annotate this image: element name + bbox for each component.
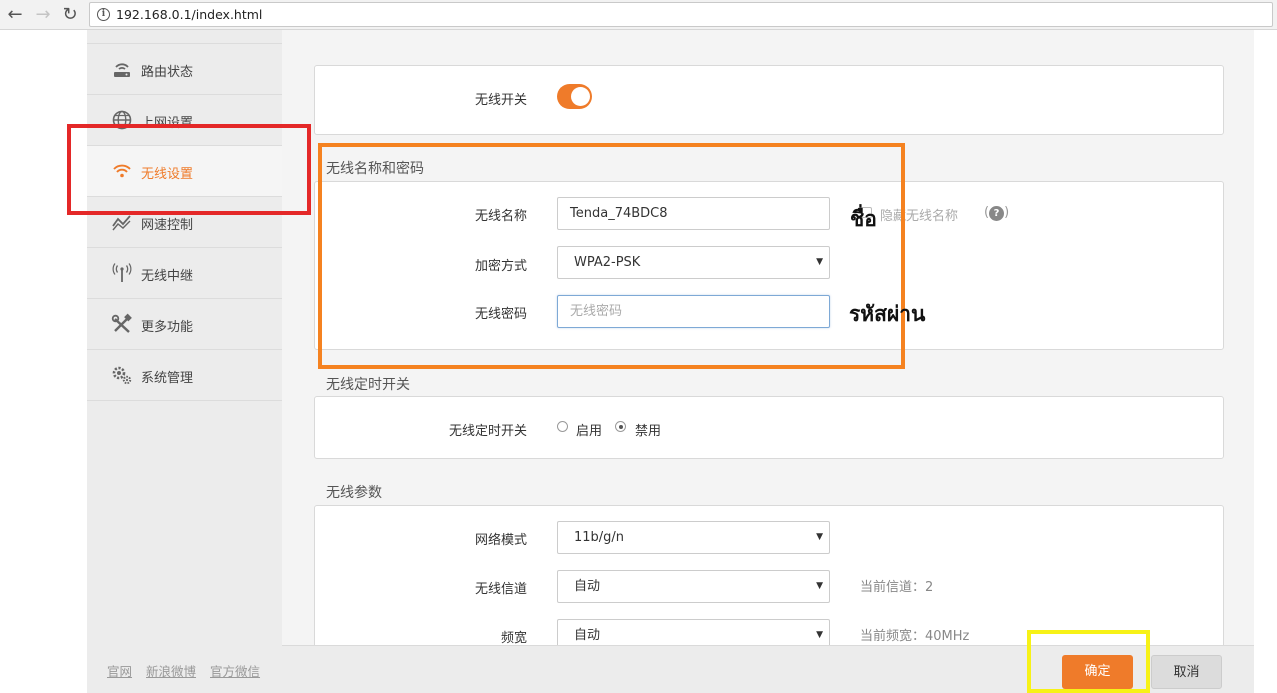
encryption-label: 加密方式 [474, 259, 527, 274]
scrollbar-track[interactable] [1254, 30, 1277, 693]
page-margin [0, 30, 87, 693]
sidebar-item-more-features[interactable]: 更多功能 [87, 299, 282, 350]
current-channel-hint: 当前信道：2 [860, 580, 934, 595]
cancel-button[interactable]: 取消 [1151, 655, 1222, 689]
wifi-icon [113, 164, 131, 178]
sidebar-item-label: 系统管理 [141, 371, 194, 386]
encryption-select[interactable]: WPA2-PSK ▼ [557, 246, 830, 279]
help-icon[interactable]: (?) [984, 205, 1009, 221]
section-title-schedule: 无线定时开关 [326, 377, 410, 393]
toggle-knob [571, 87, 590, 106]
sidebar-item-label: 路由状态 [141, 65, 194, 80]
bandwidth-value: 自动 [574, 628, 601, 643]
section-title-name-password: 无线名称和密码 [326, 161, 424, 177]
footer-link-official-site[interactable]: 官网 [107, 664, 132, 679]
browser-toolbar: ← → ↻ i 192.168.0.1/index.html [0, 0, 1277, 30]
ok-button[interactable]: 确定 [1062, 655, 1133, 689]
chevron-down-icon: ▼ [816, 532, 823, 542]
annotation-name: ชื่อ [850, 206, 877, 231]
footer-link-weibo[interactable]: 新浪微博 [146, 664, 196, 679]
bandwidth-label: 频宽 [500, 631, 527, 646]
schedule-enable-label: 启用 [576, 424, 603, 439]
help-glyph: ? [989, 206, 1005, 221]
schedule-disable-label: 禁用 [635, 424, 662, 439]
mode-select[interactable]: 11b/g/n ▼ [557, 521, 830, 554]
sidebar-item-internet-settings[interactable]: 上网设置 [87, 95, 282, 146]
chevron-down-icon: ▼ [816, 257, 823, 267]
ssid-value: Tenda_74BDC8 [570, 206, 668, 221]
annotation-password: รหัสผ่าน [849, 301, 926, 326]
sidebar-item-label: 网速控制 [141, 218, 194, 233]
schedule-enable-radio[interactable] [557, 421, 568, 432]
password-placeholder: 无线密码 [570, 304, 623, 319]
sidebar-item-label: 无线中继 [141, 269, 194, 284]
hide-ssid-label: 隐藏无线名称 [880, 209, 959, 224]
tools-icon [111, 313, 132, 333]
channel-value: 自动 [574, 579, 601, 594]
gear-icon [112, 366, 132, 385]
ssid-input[interactable]: Tenda_74BDC8 [557, 197, 830, 230]
sidebar-item-router-status[interactable]: 路由状态 [87, 44, 282, 95]
chevron-down-icon: ▼ [816, 581, 823, 591]
antenna-icon [112, 263, 132, 282]
wireless-switch-toggle[interactable] [557, 84, 592, 109]
section-title-params: 无线参数 [326, 485, 382, 501]
footer-link-wechat[interactable]: 官方微信 [210, 664, 260, 679]
schedule-label: 无线定时开关 [448, 424, 527, 439]
arrow-left-icon[interactable]: ← [5, 5, 25, 25]
sidebar-item-speed-control[interactable]: 网速控制 [87, 197, 282, 248]
password-input[interactable]: 无线密码 [557, 295, 830, 328]
mode-value: 11b/g/n [574, 530, 625, 545]
encryption-value: WPA2-PSK [574, 255, 641, 270]
reload-icon[interactable]: ↻ [60, 5, 80, 25]
mode-label: 网络模式 [474, 533, 527, 548]
channel-select[interactable]: 自动 ▼ [557, 570, 830, 603]
url-text: 192.168.0.1/index.html [116, 7, 263, 22]
sidebar-item-label: 无线设置 [141, 167, 194, 182]
arrow-right-icon[interactable]: → [33, 5, 53, 25]
globe-icon [112, 110, 132, 130]
password-label: 无线密码 [474, 307, 527, 322]
info-icon[interactable]: i [97, 8, 110, 21]
ssid-label: 无线名称 [474, 209, 527, 224]
schedule-disable-radio[interactable] [615, 421, 626, 432]
sidebar-footer-links: 官网 新浪微博 官方微信 [107, 661, 270, 680]
channel-label: 无线信道 [474, 582, 527, 597]
sidebar-item-wireless-settings[interactable]: 无线设置 [87, 146, 282, 197]
speed-icon [112, 215, 131, 231]
sidebar-item-label: 更多功能 [141, 320, 194, 335]
sidebar-item-label: 上网设置 [141, 116, 194, 131]
router-icon [114, 63, 130, 77]
wireless-switch-label: 无线开关 [474, 93, 527, 108]
sidebar: 路由状态 上网设置 无线设置 网速控制 无线中继 更多功能 系统管理 官网 新浪… [87, 30, 282, 693]
sidebar-item-wireless-repeater[interactable]: 无线中继 [87, 248, 282, 299]
sidebar-item-system-management[interactable]: 系统管理 [87, 350, 282, 401]
address-bar[interactable]: i 192.168.0.1/index.html [89, 2, 1273, 27]
current-bandwidth-hint: 当前频宽：40MHz [860, 629, 970, 644]
